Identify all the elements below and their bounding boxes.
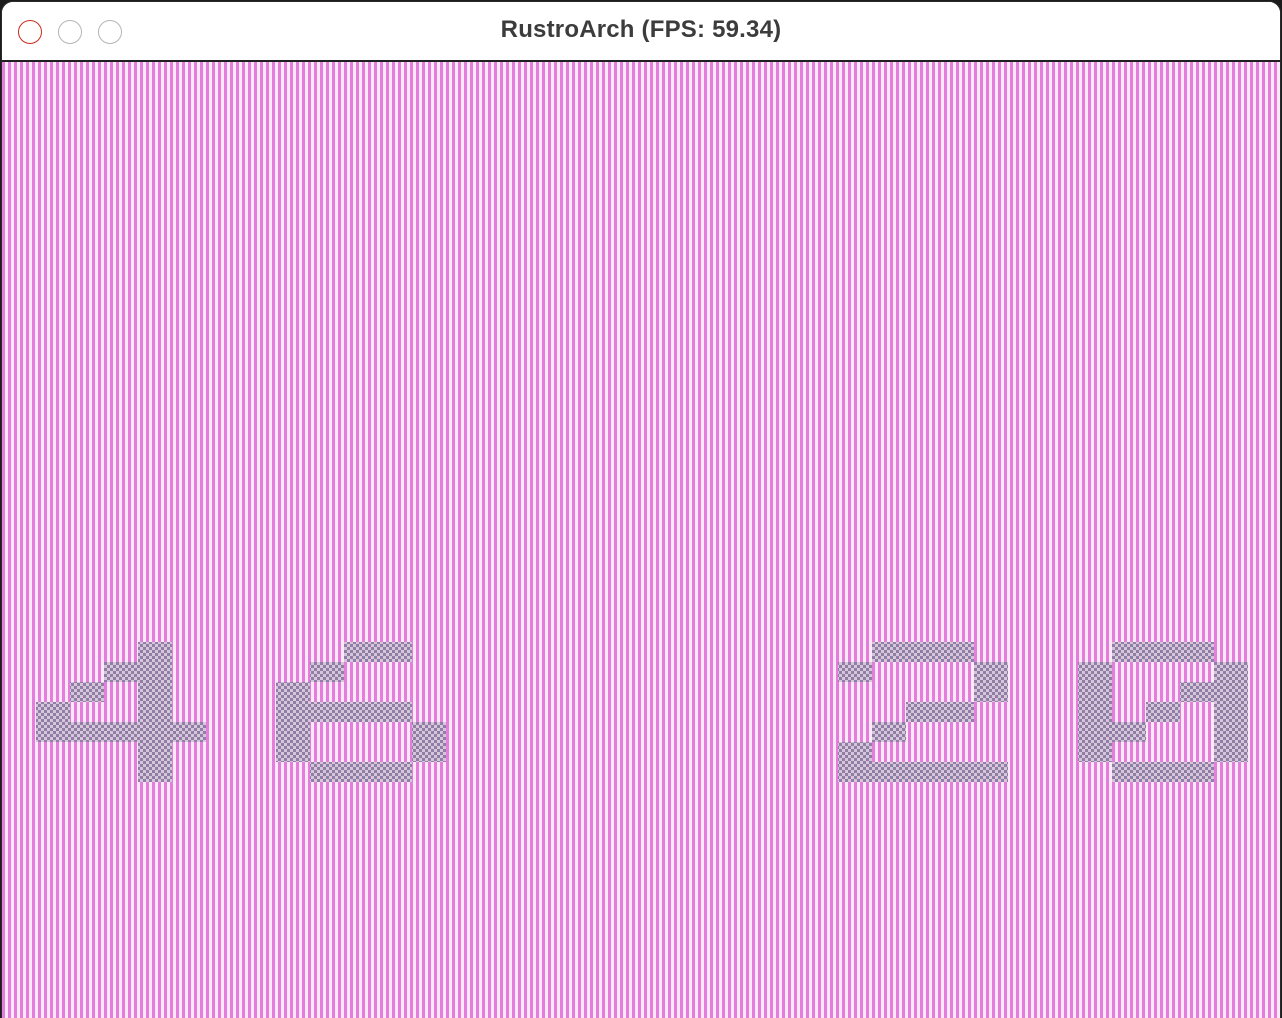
score-pixel — [138, 762, 172, 782]
score-pixel — [1078, 682, 1112, 702]
score-pixel — [940, 702, 974, 722]
score-pixel — [906, 762, 940, 782]
score-pixel — [974, 662, 1008, 682]
score-pixel — [172, 722, 206, 742]
score-pixel — [1112, 642, 1146, 662]
score-pixel — [276, 742, 310, 762]
score-pixel — [378, 762, 412, 782]
game-canvas — [36, 642, 1248, 782]
score-pixel — [838, 762, 872, 782]
score-pixel — [1180, 682, 1214, 702]
score-pixel — [1214, 682, 1248, 702]
score-pixel — [1078, 722, 1112, 742]
score-pixel — [1214, 662, 1248, 682]
score-pixel — [872, 762, 906, 782]
score-pixel — [872, 642, 906, 662]
score-pixel — [1146, 702, 1180, 722]
score-pixel — [1146, 762, 1180, 782]
score-pixel — [344, 702, 378, 722]
score-left-digit-6 — [276, 642, 446, 782]
score-right-digit-0 — [1078, 642, 1248, 782]
score-pixel — [138, 742, 172, 762]
score-left-digit-4 — [36, 642, 206, 782]
score-pixel — [104, 722, 138, 742]
window-title: RustroArch (FPS: 59.34) — [500, 16, 782, 43]
score-pixel — [276, 682, 310, 702]
score-pixel — [940, 762, 974, 782]
score-pixel — [70, 722, 104, 742]
score-pixel — [1112, 722, 1146, 742]
score-pixel — [1078, 662, 1112, 682]
score-pixel — [940, 642, 974, 662]
score-right — [838, 642, 1248, 782]
score-pixel — [974, 682, 1008, 702]
score-pixel — [138, 722, 172, 742]
game-viewport[interactable] — [2, 62, 1280, 1018]
score-pixel — [1112, 762, 1146, 782]
score-left — [36, 642, 446, 782]
score-pixel — [104, 662, 138, 682]
score-pixel — [412, 722, 446, 742]
score-pixel — [138, 682, 172, 702]
score-pixel — [1214, 702, 1248, 722]
score-pixel — [344, 762, 378, 782]
score-pixel — [310, 702, 344, 722]
score-pixel — [36, 702, 70, 722]
score-pixel — [378, 642, 412, 662]
score-pixel — [1078, 702, 1112, 722]
score-pixel — [344, 642, 378, 662]
score-pixel — [378, 702, 412, 722]
score-pixel — [310, 762, 344, 782]
emulator-window: RustroArch (FPS: 59.34) — [2, 2, 1280, 1018]
score-pixel — [838, 742, 872, 762]
score-pixel — [1180, 762, 1214, 782]
score-pixel — [36, 722, 70, 742]
score-pixel — [1214, 742, 1248, 762]
title-bar[interactable]: RustroArch (FPS: 59.34) — [2, 2, 1280, 62]
score-pixel — [872, 722, 906, 742]
score-pixel — [138, 642, 172, 662]
score-pixel — [138, 702, 172, 722]
score-pixel — [838, 662, 872, 682]
score-pixel — [1180, 642, 1214, 662]
score-pixel — [138, 662, 172, 682]
score-pixel — [70, 682, 104, 702]
score-pixel — [412, 742, 446, 762]
score-right-digit-2 — [838, 642, 1008, 782]
score-pixel — [1078, 742, 1112, 762]
score-pixel — [906, 702, 940, 722]
score-pixel — [276, 722, 310, 742]
score-pixel — [974, 762, 1008, 782]
score-pixel — [1146, 642, 1180, 662]
score-pixel — [276, 702, 310, 722]
score-pixel — [906, 642, 940, 662]
score-pixel — [310, 662, 344, 682]
score-pixel — [1214, 722, 1248, 742]
